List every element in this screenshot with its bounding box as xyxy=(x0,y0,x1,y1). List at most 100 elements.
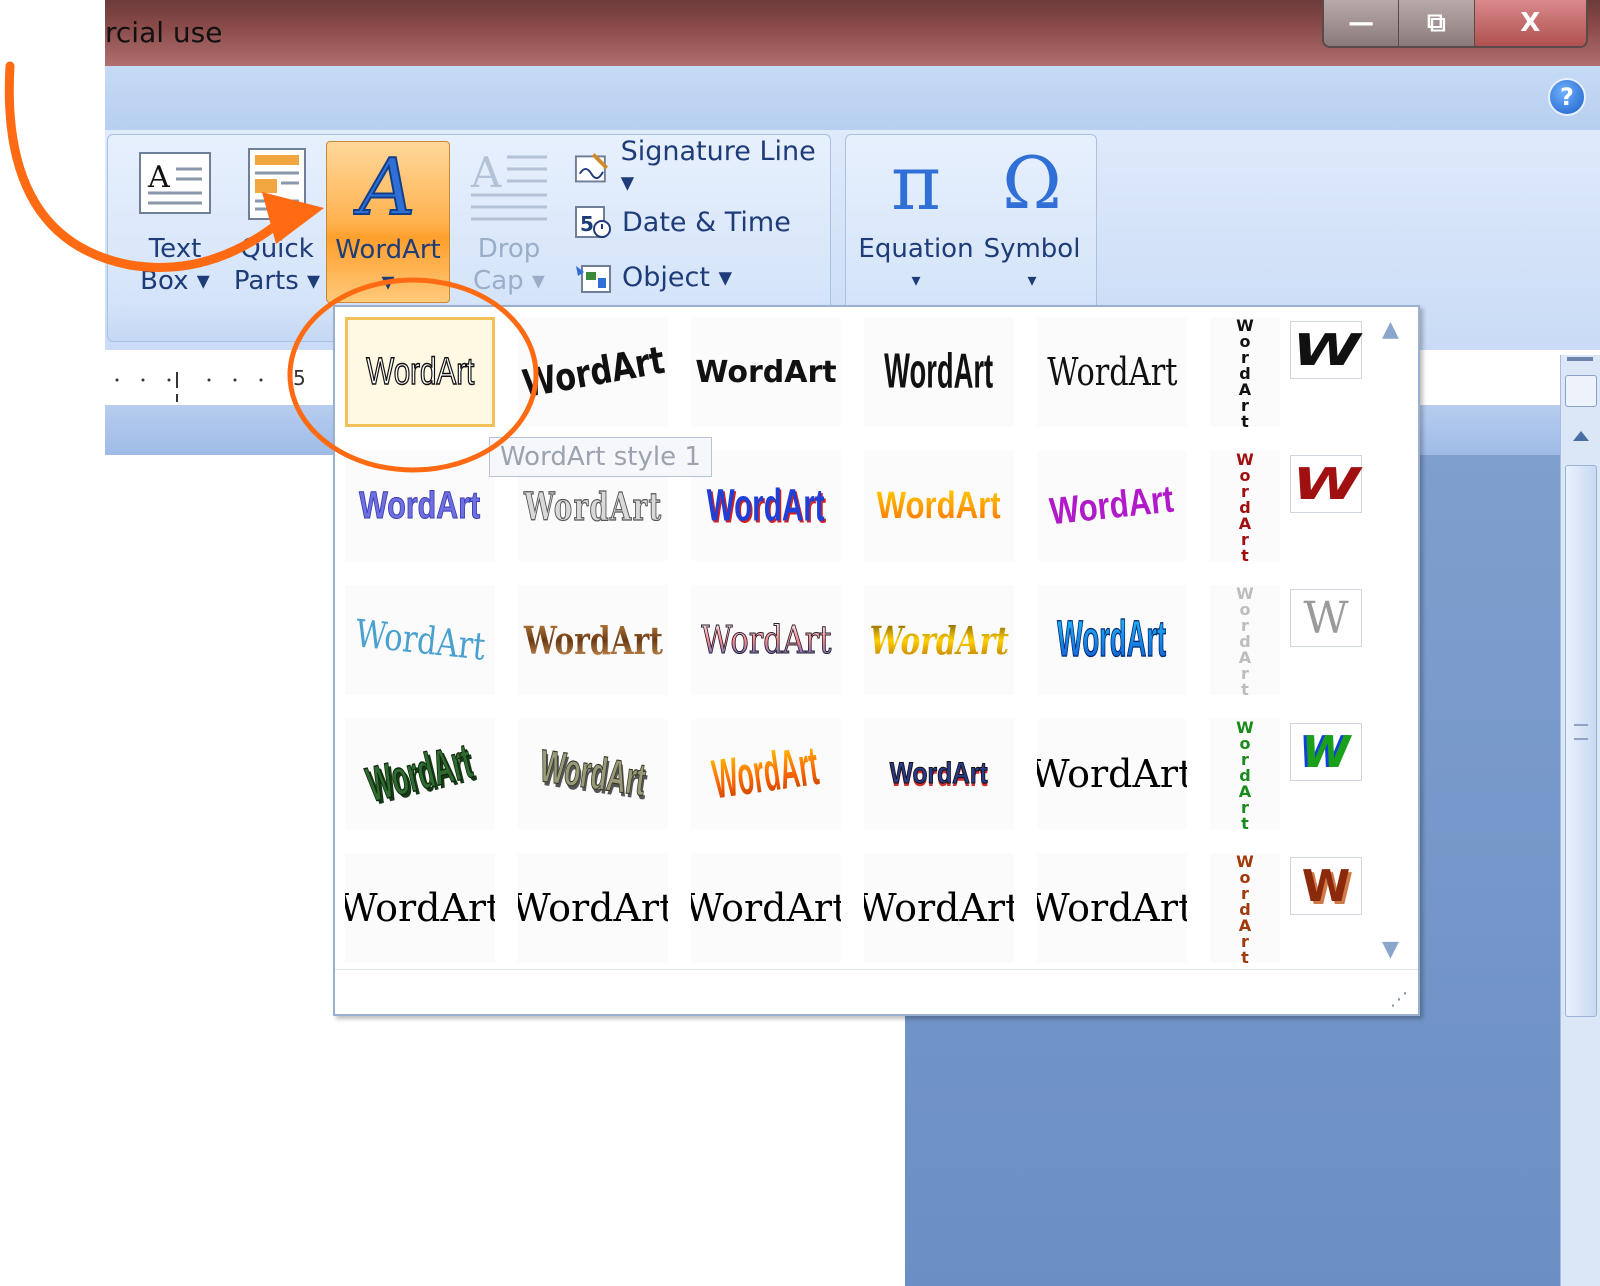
wordart-sample-text: WordArt xyxy=(1057,610,1167,668)
wordart-sample-text: WordArt xyxy=(709,735,823,811)
wordart-style-21-letter[interactable]: W xyxy=(1290,589,1362,647)
scroll-up-arrow[interactable] xyxy=(1573,431,1589,441)
wordart-style-10[interactable]: WordArt xyxy=(691,451,841,561)
svg-text:A: A xyxy=(470,148,502,197)
wordart-letter-sample: W xyxy=(1301,726,1351,778)
wordart-gallery: WordArt WordArt WordArt WordArt WordArt WordA… xyxy=(333,305,1420,1016)
signature-line-button[interactable]: Signature Line ▾ xyxy=(574,136,830,198)
wordart-sample-text: WordArt xyxy=(1037,886,1187,930)
wordart-style-26[interactable]: WordArt xyxy=(1037,719,1187,829)
wordart-style-28-letter[interactable]: W xyxy=(1290,723,1362,781)
wordart-style-14-letter[interactable]: W xyxy=(1290,455,1362,513)
svg-text:5: 5 xyxy=(580,212,594,236)
wordart-style-30[interactable]: WordArt xyxy=(518,853,668,963)
gallery-scroll-up[interactable]: ▲ xyxy=(1382,317,1399,342)
quick-parts-label: Quick Parts ▾ xyxy=(233,234,321,296)
wordart-style-3[interactable]: WordArt xyxy=(691,317,841,427)
wordart-style-22[interactable]: WordArt xyxy=(345,719,495,829)
vertical-wordart-text: WordArt xyxy=(1235,585,1255,695)
text-box-label: Text Box ▾ xyxy=(140,234,210,296)
text-box-button[interactable]: A Text Box ▾ xyxy=(120,141,230,301)
wordart-sample-text: WordArt xyxy=(1037,752,1187,796)
split-handle[interactable] xyxy=(1567,357,1593,361)
date-time-button[interactable]: 5 Date & Time xyxy=(574,200,791,244)
pi-icon: π xyxy=(891,138,941,227)
wordart-style-15[interactable]: WordArt xyxy=(345,585,495,695)
wordart-style-6-vertical[interactable]: WordArt xyxy=(1210,317,1280,427)
wordart-style-8[interactable]: WordArt xyxy=(345,451,495,561)
wordart-style-25[interactable]: WordArt xyxy=(864,719,1014,829)
object-button[interactable]: Object ▾ xyxy=(574,255,732,299)
wordart-button[interactable]: A WordArt ▾ xyxy=(326,141,450,303)
help-button[interactable]: ? xyxy=(1548,78,1586,116)
wordart-letter-sample: W xyxy=(1292,458,1360,510)
wordart-label: WordArt ▾ xyxy=(335,235,441,297)
scroll-thumb[interactable] xyxy=(1565,465,1597,1017)
wordart-style-33[interactable]: WordArt xyxy=(1037,853,1187,963)
wordart-sample-text: WordArt xyxy=(523,617,663,663)
object-label: Object ▾ xyxy=(622,261,733,293)
vertical-wordart-text: WordArt xyxy=(1235,719,1255,829)
wordart-icon: A xyxy=(352,142,416,234)
wordart-style-13-vertical[interactable]: WordArt xyxy=(1210,451,1280,561)
calendar-clock-icon: 5 xyxy=(575,206,611,238)
wordart-style-32[interactable]: WordArt xyxy=(864,853,1014,963)
equation-label: Equation ▾ xyxy=(858,234,974,291)
wordart-style-24[interactable]: WordArt xyxy=(691,719,841,829)
resize-grip-icon[interactable]: ⋰ xyxy=(1390,989,1408,1010)
wordart-sample-text: WordArt xyxy=(700,618,832,663)
view-ruler-icon[interactable] xyxy=(1565,375,1597,407)
wordart-style-1[interactable]: WordArt xyxy=(345,317,495,427)
symbol-button[interactable]: Ω Symbol ▾ xyxy=(980,141,1084,301)
wordart-style-11[interactable]: WordArt xyxy=(864,451,1014,561)
wordart-style-17[interactable]: WordArt xyxy=(691,585,841,695)
wordart-sample-text: WordArt xyxy=(537,741,650,807)
wordart-letter-sample: W xyxy=(1303,592,1349,644)
vertical-wordart-text: WordArt xyxy=(1235,317,1255,427)
wordart-sample-text: WordArt xyxy=(869,617,1009,663)
quick-parts-button[interactable]: Quick Parts ▾ xyxy=(222,141,332,301)
wordart-sample-text: WordArt xyxy=(1046,350,1178,394)
wordart-style-31[interactable]: WordArt xyxy=(691,853,841,963)
gallery-scroll-down[interactable]: ▼ xyxy=(1382,937,1399,962)
small-buttons-column: Signature Line ▾ 5 Date & Time Object ▾ xyxy=(574,136,830,299)
wordart-style-4[interactable]: WordArt xyxy=(864,317,1014,427)
wordart-sample-text: WordArt xyxy=(1048,478,1176,533)
wordart-sample-text: WordArt xyxy=(890,757,989,791)
wordart-style-35-letter[interactable]: W xyxy=(1290,857,1362,915)
wordart-sample-text: WordArt xyxy=(884,344,994,399)
date-time-label: Date & Time xyxy=(622,206,791,238)
equation-button[interactable]: π Equation ▾ xyxy=(854,141,978,301)
vertical-wordart-text: WordArt xyxy=(1235,451,1255,561)
vertical-wordart-text: WordArt xyxy=(1235,853,1255,963)
close-button[interactable]: X xyxy=(1474,0,1586,46)
drop-cap-button[interactable]: A Drop Cap ▾ xyxy=(454,141,564,301)
object-icon xyxy=(576,265,611,293)
wordart-sample-text: WordArt xyxy=(695,354,837,390)
wordart-style-27-vertical[interactable]: WordArt xyxy=(1210,719,1280,829)
wordart-sample-text: WordArt xyxy=(352,611,488,669)
wordart-style-29[interactable]: WordArt xyxy=(345,853,495,963)
wordart-sample-text: WordArt xyxy=(707,480,825,531)
restore-button[interactable]: ⧉ xyxy=(1399,0,1475,46)
text-box-icon: A xyxy=(139,152,211,214)
minimize-button[interactable]: — xyxy=(1324,0,1400,46)
wordart-style-19[interactable]: WordArt xyxy=(1037,585,1187,695)
wordart-style-5[interactable]: WordArt xyxy=(1037,317,1187,427)
wordart-style-16[interactable]: WordArt xyxy=(518,585,668,695)
window-title: rcial use xyxy=(105,16,223,49)
gallery-footer: ⋰ xyxy=(335,969,1418,1014)
signature-line-label: Signature Line ▾ xyxy=(620,136,816,198)
wordart-style-34-vertical[interactable]: WordArt xyxy=(1210,853,1280,963)
wordart-style-18[interactable]: WordArt xyxy=(864,585,1014,695)
wordart-style-7-letter[interactable]: W xyxy=(1290,321,1362,379)
vertical-scrollbar[interactable] xyxy=(1560,355,1600,1286)
wordart-style-12[interactable]: WordArt xyxy=(1037,451,1187,561)
signature-line-icon xyxy=(574,153,609,183)
svg-text:A: A xyxy=(147,160,170,195)
wordart-style-20-vertical[interactable]: WordArt xyxy=(1210,585,1280,695)
wordart-style-2[interactable]: WordArt xyxy=(518,317,668,427)
wordart-style-23[interactable]: WordArt xyxy=(518,719,668,829)
drop-cap-label: Drop Cap ▾ xyxy=(473,234,545,296)
drop-cap-icon: A xyxy=(470,148,547,221)
